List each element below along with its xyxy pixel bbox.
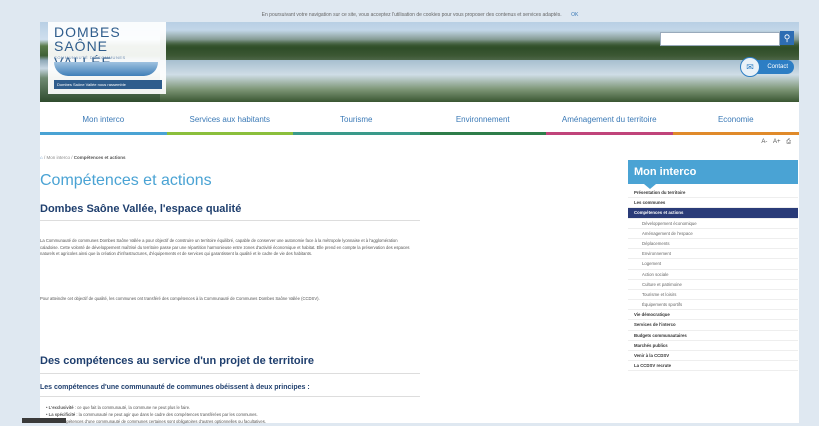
sidebar-item-2[interactable]: Compétences et actions [628, 208, 798, 219]
breadcrumb-current: Compétences et actions [73, 155, 126, 160]
sidebar-item-4[interactable]: Aménagement de l'espace [628, 229, 798, 239]
main-nav: Mon interco Services aux habitants Tourism… [40, 105, 799, 135]
divider [40, 373, 420, 374]
nav-item-underline [419, 132, 546, 135]
list-item: • L'exclusivité : ce que fait la communa… [46, 405, 191, 410]
logo-subtitle: COMMUNAUTÉ DE COMMUNES [54, 55, 126, 60]
nav-item-0[interactable]: Mon interco [40, 105, 167, 135]
sidebar-item-11[interactable]: Équipements sportifs [628, 300, 798, 311]
sidebar: Mon interco Présentation du territoire Le… [628, 160, 798, 423]
sidebar-item-6[interactable]: Environnement [628, 249, 798, 260]
nav-item-3[interactable]: Environnement [419, 105, 546, 135]
search-icon[interactable]: ⚲ [780, 31, 794, 45]
home-icon[interactable]: ⌂ [40, 155, 43, 160]
cookie-notice: En poursuivant votre navigation sur ce s… [40, 8, 800, 22]
paragraph-1: La Communauté de communes Dombes Saône V… [40, 238, 410, 256]
cookie-ok-button[interactable]: OK [571, 12, 578, 18]
header-banner: DOMBES SAÔNE VALLÉE COMMUNAUTÉ DE COMMUN… [40, 22, 799, 102]
sidebar-title: Mon interco [628, 160, 798, 189]
logo-wave-icon [54, 62, 158, 76]
nav-item-label: Aménagement du territoire [561, 115, 657, 124]
paragraph-2: Pour atteindre cet objectif de qualité, … [40, 296, 320, 301]
paragraph-3: Parmi les compétences d'une communauté d… [40, 419, 266, 424]
breadcrumb: ⌂ / Mon interco / Compétences et actions [40, 155, 126, 160]
sidebar-item-12[interactable]: Vie démocratique [628, 310, 798, 321]
page: DOMBES SAÔNE VALLÉE COMMUNAUTÉ DE COMMUN… [40, 22, 799, 424]
contact-label: Contact [767, 64, 788, 70]
bullet2-term: La spécificité [48, 412, 76, 417]
nav-item-label: Mon interco [82, 115, 125, 124]
section1-title: Dombes Saône Vallée, l'espace qualité [40, 203, 242, 215]
nav-item-underline [293, 132, 420, 135]
bullet1-text: : ce que fait la communauté, la commune … [73, 405, 191, 410]
font-increase-button[interactable]: A+ [773, 139, 781, 145]
nav-item-label: Economie [717, 115, 754, 124]
font-decrease-button[interactable]: A- [761, 139, 767, 145]
sidebar-item-5[interactable]: Déplacements [628, 239, 798, 250]
bullet2-text: : la communauté ne peut agir que dans le… [75, 412, 258, 417]
nav-item-1[interactable]: Services aux habitants [166, 105, 293, 135]
page-title: Compétences et actions [40, 172, 212, 189]
accessibility-tools: A- A+ ⎙ [757, 139, 791, 146]
sidebar-item-16[interactable]: Venir à la CCDSV [628, 351, 798, 362]
cookie-text: En poursuivant votre navigation sur ce s… [261, 12, 562, 18]
sidebar-item-17[interactable]: La CCDSV recrute [628, 361, 798, 372]
nav-item-underline [40, 132, 167, 135]
list-item: • La spécificité : la communauté ne peut… [46, 412, 258, 417]
sidebar-item-0[interactable]: Présentation du territoire [628, 188, 798, 199]
divider [40, 396, 420, 397]
contact-button[interactable]: ✉ Contact [740, 57, 794, 77]
mail-icon: ✉ [740, 57, 760, 77]
sidebar-list: Présentation du territoire Les communes Co… [628, 184, 798, 372]
sidebar-item-8[interactable]: Action sociale [628, 270, 798, 280]
nav-item-underline [672, 132, 799, 135]
sidebar-item-15[interactable]: Marchés publics [628, 341, 798, 351]
nav-item-label: Services aux habitants [189, 115, 271, 124]
sidebar-item-7[interactable]: Logement [628, 259, 798, 270]
sidebar-item-10[interactable]: Tourisme et loisirs [628, 290, 798, 301]
nav-item-2[interactable]: Tourisme [293, 105, 420, 135]
sidebar-item-9[interactable]: Culture et patrimoine [628, 280, 798, 290]
print-icon[interactable]: ⎙ [786, 139, 791, 145]
sidebar-item-14[interactable]: Budgets communautaires [628, 331, 798, 341]
sidebar-item-1[interactable]: Les communes [628, 198, 798, 209]
nav-item-4[interactable]: Aménagement du territoire [546, 105, 673, 135]
section2-title: Des compétences au service d'un projet d… [40, 355, 315, 367]
nav-item-5[interactable]: Economie [672, 105, 799, 135]
logo-tagline: Dombes Saône Vallée nous rassemble [54, 80, 162, 89]
nav-item-underline [546, 132, 673, 135]
banner-lake [160, 60, 799, 102]
search-input[interactable] [660, 32, 780, 46]
divider [40, 220, 420, 221]
sidebar-item-13[interactable]: Services de l'interco [628, 320, 798, 331]
site-logo[interactable]: DOMBES SAÔNE VALLÉE COMMUNAUTÉ DE COMMUN… [48, 22, 166, 94]
nav-item-underline [166, 132, 293, 135]
subsection-title: Les compétences d'une communauté de comm… [40, 384, 310, 391]
breadcrumb-parent[interactable]: Mon interco [47, 155, 71, 160]
nav-item-label: Environnement [455, 115, 510, 124]
sidebar-item-3[interactable]: Développement économique [628, 219, 798, 229]
nav-item-label: Tourisme [340, 115, 373, 124]
footer-tab[interactable] [22, 418, 66, 423]
bullet1-term: L'exclusivité [48, 405, 74, 410]
